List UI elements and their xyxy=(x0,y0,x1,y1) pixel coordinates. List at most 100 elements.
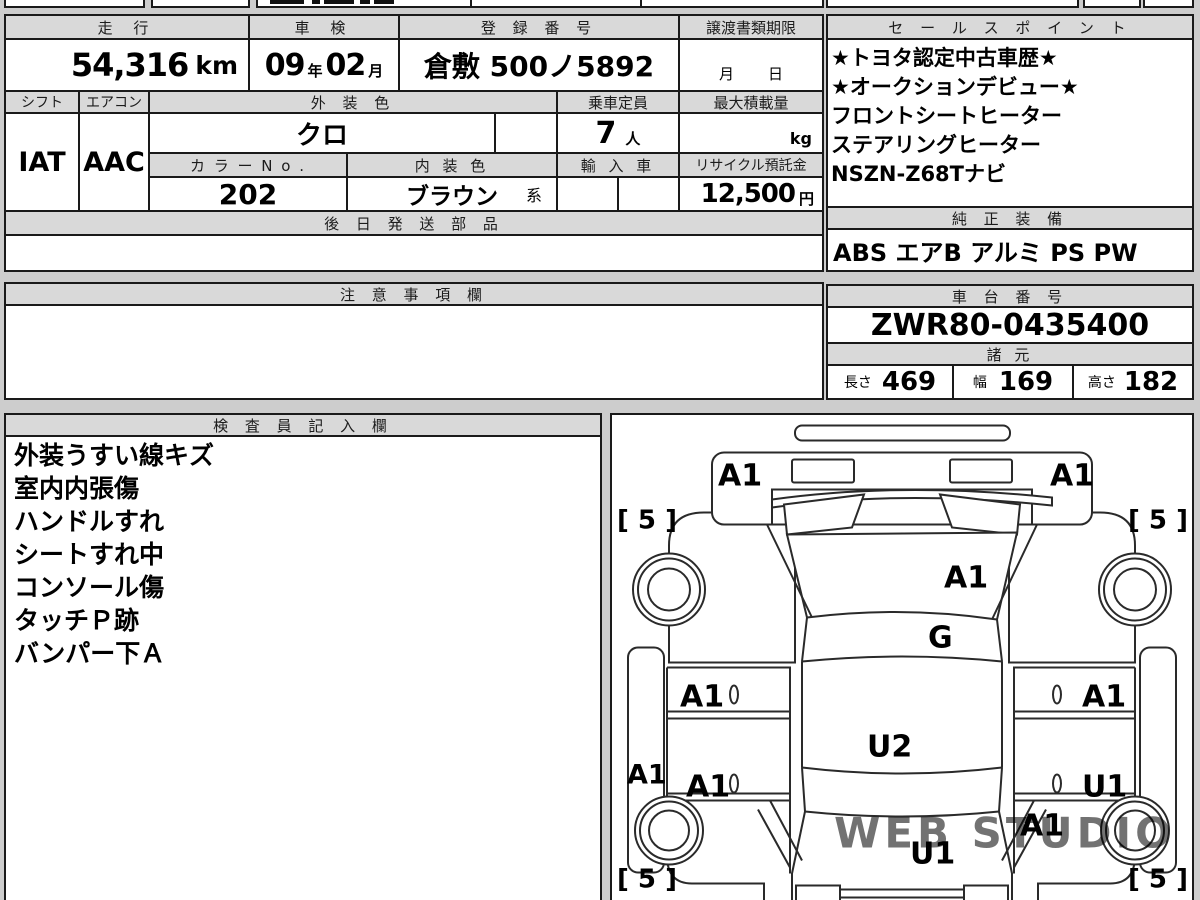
damage-diagram-box: A1 A1 A1 G A1 A1 A1 A1 U2 U1 A1 U1 [ 5 ]… xyxy=(610,413,1194,900)
aircon-header: エアコン xyxy=(78,90,150,114)
inspector-note: タッチＰ跡 xyxy=(14,606,140,635)
spec-length-label: 長さ xyxy=(843,375,872,391)
interior-color-suffix: 系 xyxy=(525,186,542,205)
exterior-color-empty-cell xyxy=(494,112,558,154)
car-damage-diagram: A1 A1 A1 G A1 A1 A1 A1 U2 U1 A1 U1 [ 5 ]… xyxy=(617,424,1188,900)
transfer-deadline-value: 月 日 xyxy=(678,38,824,92)
recycle-unit: 円 xyxy=(798,189,814,208)
wheel-rear-left xyxy=(634,795,704,866)
aircon-value: AAC xyxy=(78,112,150,212)
door-handle-front-left xyxy=(729,684,739,705)
cropped-top-cell-model xyxy=(256,0,472,8)
caution-header: 注 意 事 項 欄 xyxy=(4,282,824,306)
label-rocker-left: A1 xyxy=(627,760,667,791)
shift-value: IAT xyxy=(4,112,80,212)
inspector-notes-list: 外装うすい線キズ 室内内張傷 ハンドルすれ シートすれ中 コンソール傷 タッチＰ… xyxy=(4,435,602,900)
max-load-value: kg xyxy=(678,112,824,154)
recycle-deposit-value: 12,500 円 xyxy=(678,176,824,212)
chassis-number-header: 車 台 番 号 xyxy=(826,284,1194,308)
spec-height-value: 182 xyxy=(1123,367,1179,397)
exterior-color-header: 外 装 色 xyxy=(148,90,558,114)
wheel-front-right xyxy=(1098,552,1172,627)
inspection-value: 09 年 02 月 xyxy=(248,38,400,92)
cropped-top-cell xyxy=(4,0,145,8)
sales-point-item: ★トヨタ認定中古車歴★ xyxy=(831,46,1058,70)
label-front-bumper-right: A1 xyxy=(1050,459,1094,494)
sales-point-item: ステアリングヒーター xyxy=(831,133,1041,157)
recycle-number: 12,500 xyxy=(700,179,796,209)
rear-bumper-left-shape xyxy=(795,884,841,900)
spec-length-cell: 長さ 469 xyxy=(826,364,954,400)
front-strip-shape xyxy=(794,424,1011,442)
mileage-number: 54,316 xyxy=(70,46,189,84)
inspection-month: 02 xyxy=(325,47,367,83)
spec-width-label: 幅 xyxy=(972,375,987,391)
label-hood: A1 xyxy=(944,561,988,596)
cropped-top-cell xyxy=(1143,0,1194,8)
import-car-header: 輸 入 車 xyxy=(556,152,680,178)
transfer-day-label: 日 xyxy=(768,65,784,83)
capacity-number: 7 xyxy=(595,115,617,151)
transfer-deadline-header: 譲渡書類期限 xyxy=(678,14,824,40)
shift-header: シフト xyxy=(4,90,80,114)
label-tire-rear-left: [ 5 ] xyxy=(617,865,677,895)
caution-body-empty xyxy=(4,304,824,400)
front-bumper-grille-left xyxy=(791,458,855,484)
later-parts-header: 後 日 発 送 部 品 xyxy=(4,210,824,236)
sales-point-item: ★オークションデビュー★ xyxy=(831,75,1079,99)
import-car-empty-cell xyxy=(617,176,680,212)
spec-header: 諸 元 xyxy=(826,342,1194,366)
spec-height-label: 高さ xyxy=(1087,375,1116,391)
label-roof: U2 xyxy=(867,730,912,765)
label-tire-front-left: [ 5 ] xyxy=(617,506,677,536)
cropped-top-cell xyxy=(826,0,1079,8)
cropped-text-fragment xyxy=(312,0,320,4)
spec-height-cell: 高さ 182 xyxy=(1072,364,1194,400)
capacity-unit: 人 xyxy=(625,129,641,148)
color-no-value: 202 xyxy=(148,176,348,212)
transfer-month-label: 月 xyxy=(718,65,734,83)
cropped-top-cell xyxy=(1083,0,1141,8)
sales-point-item: NSZN-Z68Tナビ xyxy=(831,162,1006,186)
equipment-header: 純 正 装 備 xyxy=(826,206,1194,230)
wheel-front-left xyxy=(632,552,706,627)
door-handle-rear-left xyxy=(729,773,739,794)
label-front-bumper-left: A1 xyxy=(718,459,762,494)
chassis-number-value: ZWR80-0435400 xyxy=(826,306,1194,344)
inspector-note: 外装うすい線キズ xyxy=(14,441,215,470)
inspector-note: バンパー下Ａ xyxy=(14,639,166,668)
spec-width-value: 169 xyxy=(998,367,1054,397)
front-bumper-grille-right xyxy=(949,458,1013,484)
registration-header: 登 録 番 号 xyxy=(398,14,680,40)
registration-value: 倉敷 500ノ5892 xyxy=(398,38,680,92)
cropped-text-fragment xyxy=(374,0,394,4)
inspection-year-unit: 年 xyxy=(307,61,323,80)
inspector-note: コンソール傷 xyxy=(14,573,165,602)
interior-color-name: ブラウン xyxy=(406,184,498,210)
cropped-top-cell xyxy=(640,0,824,8)
door-handle-front-right xyxy=(1052,684,1062,705)
capacity-value: 7 人 xyxy=(556,112,680,154)
spec-length-value: 469 xyxy=(881,367,937,397)
interior-color-header: 内 装 色 xyxy=(346,152,558,178)
mileage-unit: km xyxy=(195,50,238,80)
label-tire-front-right: [ 5 ] xyxy=(1128,506,1188,536)
max-load-header: 最大積載量 xyxy=(678,90,824,114)
spec-width-cell: 幅 169 xyxy=(952,364,1074,400)
rear-bumper-right-shape xyxy=(963,884,1009,900)
inspection-year: 09 xyxy=(264,47,306,83)
capacity-header: 乗車定員 xyxy=(556,90,680,114)
interior-color-value: ブラウン 系 xyxy=(346,176,558,212)
cropped-text-fragment xyxy=(324,0,354,4)
sales-points-list: ★トヨタ認定中古車歴★ ★オークションデビュー★ フロントシートヒーター ステア… xyxy=(826,38,1194,208)
auction-sheet: 走 行 車 検 登 録 番 号 譲渡書類期限 54,316 km 09 年 02… xyxy=(0,0,1200,900)
sales-point-item: フロントシートヒーター xyxy=(831,104,1062,128)
cropped-top-cell xyxy=(151,0,250,8)
label-door-rear-right: U1 xyxy=(1082,770,1127,805)
inspector-note: シートすれ中 xyxy=(14,540,165,569)
label-door-front-right: A1 xyxy=(1082,680,1126,715)
inspection-header: 車 検 xyxy=(248,14,400,40)
inspector-note: 室内内張傷 xyxy=(14,474,140,503)
import-car-empty-cell xyxy=(556,176,619,212)
inspector-header: 検 査 員 記 入 欄 xyxy=(4,413,602,437)
